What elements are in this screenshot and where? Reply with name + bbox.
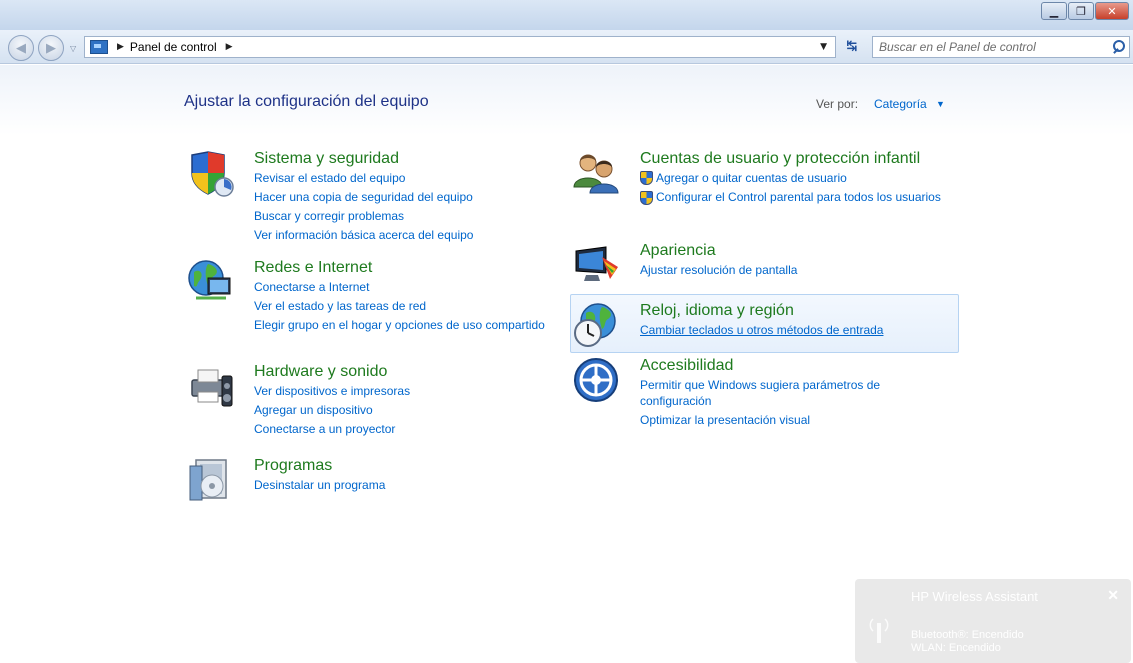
search-box[interactable] xyxy=(872,36,1130,58)
link-connect-projector[interactable]: Conectarse a un proyector xyxy=(254,420,574,439)
forward-arrow-icon: ▶ xyxy=(46,40,56,56)
bluetooth-status: Bluetooth®: Encendido xyxy=(911,629,1024,641)
maximize-button[interactable]: ❐ xyxy=(1068,2,1094,20)
back-arrow-icon: ◀ xyxy=(16,40,26,56)
chevron-down-icon[interactable]: ▼ xyxy=(936,99,945,109)
refresh-icon: ↹ xyxy=(846,39,858,54)
link-screen-resolution[interactable]: Ajustar resolución de pantalla xyxy=(640,261,960,280)
clock-globe-icon[interactable] xyxy=(572,301,620,349)
category-title[interactable]: Accesibilidad xyxy=(640,356,960,376)
link-optimize-visual[interactable]: Optimizar la presentación visual xyxy=(640,411,960,430)
category-title[interactable]: Sistema y seguridad xyxy=(254,149,574,169)
minimize-icon: ▁ xyxy=(1049,4,1059,18)
category-title[interactable]: Reloj, idioma y región xyxy=(640,301,960,321)
link-label: Agregar o quitar cuentas de usuario xyxy=(656,171,847,185)
programs-icon[interactable] xyxy=(186,456,234,504)
link-add-remove-accounts[interactable]: Agregar o quitar cuentas de usuario xyxy=(640,169,960,188)
shield-icon[interactable] xyxy=(186,149,234,197)
search-input[interactable] xyxy=(873,38,1111,56)
link-windows-suggest[interactable]: Permitir que Windows sugiera parámetros … xyxy=(640,376,930,411)
category-title[interactable]: Cuentas de usuario y protección infantil xyxy=(640,149,980,169)
uac-shield-icon xyxy=(640,191,653,205)
address-bar[interactable]: ▶ Panel de control ▶ ▼ xyxy=(84,36,836,58)
navigation-bar: ◀ ▶ ▽ ▶ Panel de control ▶ ▼ ↹ xyxy=(0,30,1133,64)
link-connect-internet[interactable]: Conectarse a Internet xyxy=(254,278,574,297)
breadcrumb-separator-icon[interactable]: ▶ xyxy=(226,42,233,52)
close-icon[interactable]: ✕ xyxy=(1107,587,1119,604)
breadcrumb-control-panel[interactable]: Panel de control xyxy=(130,40,217,54)
category-title[interactable]: Programas xyxy=(254,456,574,476)
control-panel-icon xyxy=(90,40,108,54)
minimize-button[interactable]: ▁ xyxy=(1041,2,1067,20)
link-change-keyboards[interactable]: Cambiar teclados u otros métodos de entr… xyxy=(640,321,960,340)
uac-shield-icon xyxy=(640,171,653,185)
link-devices-printers[interactable]: Ver dispositivos e impresoras xyxy=(254,382,574,401)
maximize-icon: ❐ xyxy=(1076,4,1086,18)
users-icon[interactable] xyxy=(572,149,620,197)
forward-button[interactable]: ▶ xyxy=(38,35,64,61)
link-parental-control[interactable]: Configurar el Control parental para todo… xyxy=(640,188,960,207)
network-globe-icon[interactable] xyxy=(186,258,234,306)
view-by-label: Ver por: xyxy=(816,97,859,111)
content-area: Ajustar la configuración del equipo Ver … xyxy=(0,65,1133,663)
link-basic-info[interactable]: Ver información básica acerca del equipo xyxy=(254,226,574,245)
category-title[interactable]: Apariencia xyxy=(640,241,960,261)
page-title: Ajustar la configuración del equipo xyxy=(184,93,429,110)
link-network-status[interactable]: Ver el estado y las tareas de red xyxy=(254,297,574,316)
address-dropdown-icon[interactable]: ▼ xyxy=(820,42,827,52)
link-backup[interactable]: Hacer una copia de seguridad del equipo xyxy=(254,188,574,207)
search-icon[interactable] xyxy=(1111,39,1127,55)
close-button[interactable]: ✕ xyxy=(1095,2,1129,20)
title-bar: ▁ ❐ ✕ xyxy=(0,0,1133,30)
printer-icon[interactable] xyxy=(186,362,234,410)
close-icon: ✕ xyxy=(1107,4,1117,18)
hp-wireless-notification: HP Wireless Assistant ✕ Bluetooth®: Ence… xyxy=(855,579,1131,663)
recent-pages-dropdown[interactable]: ▽ xyxy=(70,44,76,53)
category-title[interactable]: Redes e Internet xyxy=(254,258,574,278)
wlan-status: WLAN: Encendido xyxy=(911,642,1001,654)
link-label: Configurar el Control parental para todo… xyxy=(656,190,941,204)
window-controls: ▁ ❐ ✕ xyxy=(1040,2,1129,20)
notification-title: HP Wireless Assistant xyxy=(911,589,1038,604)
link-add-device[interactable]: Agregar un dispositivo xyxy=(254,401,574,420)
wireless-antenna-icon xyxy=(869,618,889,643)
breadcrumb-separator-icon[interactable]: ▶ xyxy=(117,42,124,52)
monitor-icon[interactable] xyxy=(572,241,620,289)
view-by-dropdown[interactable]: Categoría xyxy=(874,97,927,111)
link-uninstall-program[interactable]: Desinstalar un programa xyxy=(254,476,574,495)
link-troubleshoot[interactable]: Buscar y corregir problemas xyxy=(254,207,574,226)
back-button[interactable]: ◀ xyxy=(8,35,34,61)
accessibility-icon[interactable] xyxy=(572,356,620,404)
refresh-button[interactable]: ↹ xyxy=(840,39,864,57)
link-check-status[interactable]: Revisar el estado del equipo xyxy=(254,169,574,188)
category-title[interactable]: Hardware y sonido xyxy=(254,362,574,382)
link-homegroup[interactable]: Elegir grupo en el hogar y opciones de u… xyxy=(254,316,574,335)
